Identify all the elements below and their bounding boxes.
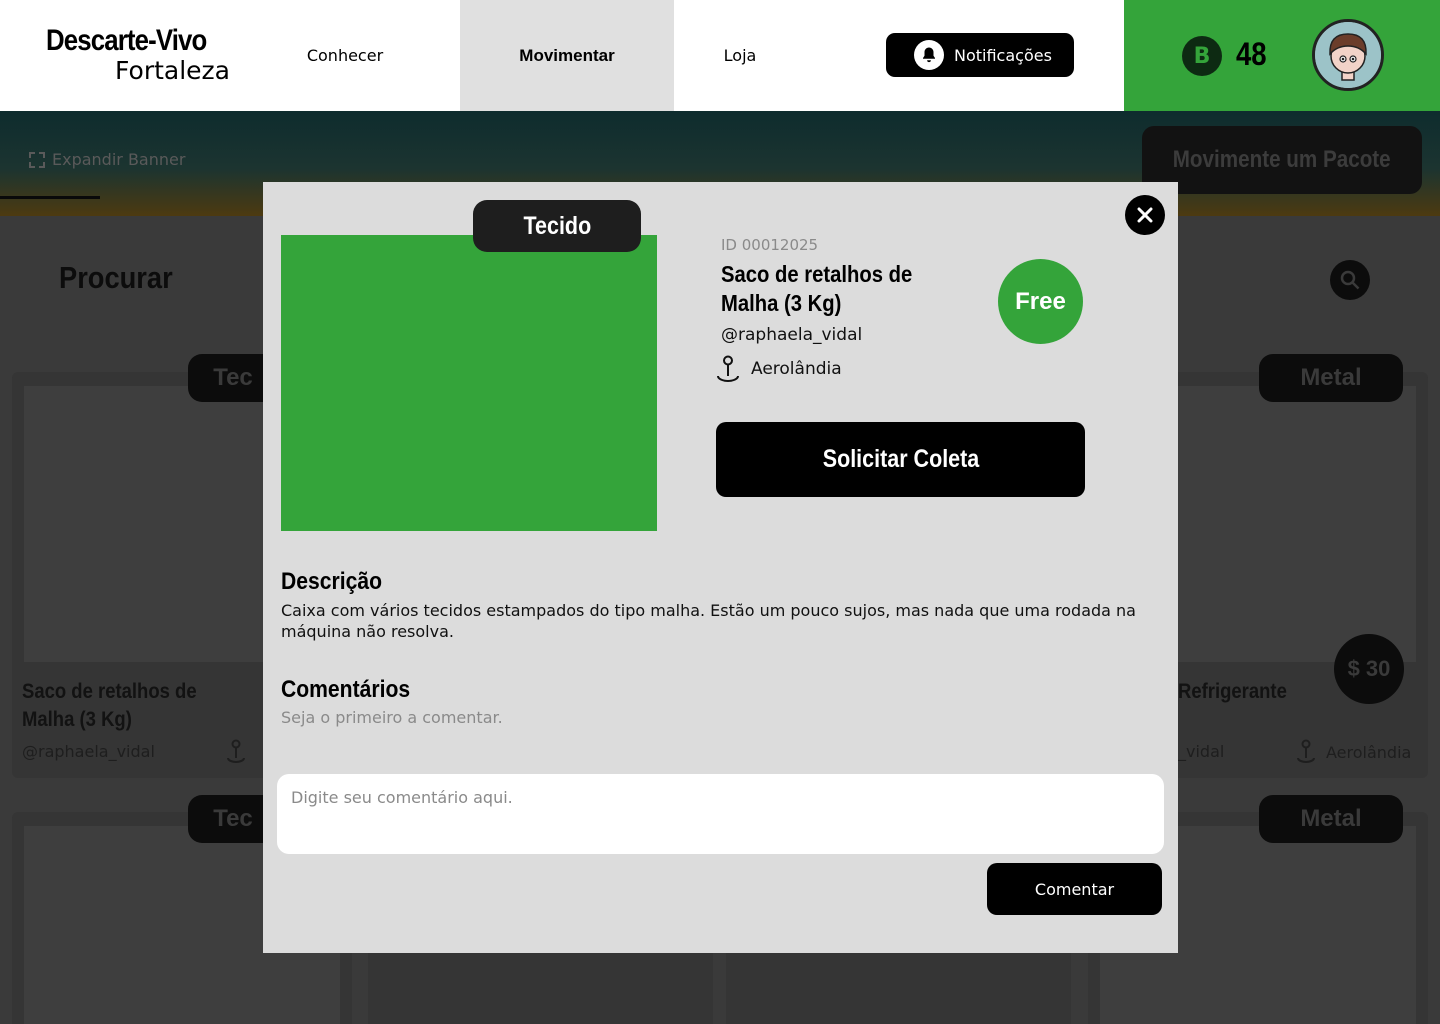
- nav-conhecer[interactable]: Conhecer: [280, 0, 410, 111]
- request-pickup-button[interactable]: Solicitar Coleta: [716, 422, 1085, 497]
- category-tag: Tecido: [473, 200, 641, 252]
- coin-balance: 48: [1236, 36, 1267, 72]
- category-tag-label: Tecido: [523, 211, 591, 240]
- bell-icon: [914, 40, 944, 70]
- coin-icon: B: [1182, 36, 1222, 76]
- location-pin-icon: [717, 355, 739, 382]
- location-pin-icon: [227, 739, 245, 763]
- comment-input[interactable]: [277, 774, 1164, 854]
- top-header: Descarte-Vivo Fortaleza Conhecer Movimen…: [0, 0, 1440, 111]
- move-package-label: Movimente um Pacote: [1173, 146, 1391, 173]
- move-package-button[interactable]: Movimente um Pacote: [1142, 126, 1422, 194]
- card-category-tag: Metal: [1259, 795, 1403, 843]
- search-heading: Procurar: [59, 260, 173, 295]
- nav-movimentar[interactable]: Movimentar: [460, 0, 674, 111]
- item-image: [281, 235, 657, 531]
- comment-button[interactable]: Comentar: [987, 863, 1162, 915]
- location-pin-icon: [1297, 739, 1315, 763]
- logo-title: Descarte-Vivo: [46, 24, 207, 57]
- card-location: Aerolândia: [1296, 739, 1411, 765]
- item-id: ID 00012025: [721, 236, 819, 254]
- expand-icon: [29, 151, 45, 168]
- card-user: @raphaela_vidal: [22, 742, 155, 761]
- description-text: Caixa com vários tecidos estampados do t…: [281, 601, 1136, 641]
- card-user: _vidal: [1178, 742, 1225, 761]
- close-icon[interactable]: [1125, 195, 1165, 235]
- user-panel: B 48: [1124, 0, 1440, 111]
- card-title: Saco de retalhos de Malha (3 Kg): [22, 680, 197, 731]
- notifications-button[interactable]: Notificações: [886, 33, 1074, 77]
- item-location: Aerolândia: [716, 355, 842, 383]
- expand-banner-button[interactable]: Expandir Banner: [28, 150, 185, 169]
- avatar-icon[interactable]: [1312, 19, 1384, 91]
- card-category-tag: Metal: [1259, 354, 1403, 402]
- banner-decoration: [0, 196, 100, 216]
- description-heading: Descrição: [281, 568, 382, 595]
- card-location-label: Aerolândia: [1326, 742, 1412, 762]
- notifications-label: Notificações: [954, 45, 1052, 65]
- logo-subtitle: Fortaleza: [115, 56, 230, 85]
- item-user[interactable]: @raphaela_vidal: [721, 325, 862, 345]
- expand-banner-label: Expandir Banner: [52, 150, 186, 169]
- card-title: Refrigerante: [1178, 680, 1287, 703]
- price-badge: Free: [998, 259, 1083, 344]
- comments-heading: Comentários: [281, 676, 411, 703]
- request-pickup-label: Solicitar Coleta: [822, 445, 979, 473]
- item-location-label: Aerolândia: [751, 359, 842, 379]
- item-title: Saco de retalhos de Malha (3 Kg): [721, 261, 913, 316]
- card-price-badge: $ 30: [1334, 634, 1404, 704]
- nav-loja[interactable]: Loja: [690, 0, 790, 111]
- item-detail-modal: Tecido ID 00012025 Saco de retalhos de M…: [263, 182, 1178, 953]
- search-icon[interactable]: [1330, 260, 1370, 300]
- app-logo[interactable]: Descarte-Vivo Fortaleza: [46, 24, 236, 86]
- no-comments-text: Seja o primeiro a comentar.: [281, 708, 503, 727]
